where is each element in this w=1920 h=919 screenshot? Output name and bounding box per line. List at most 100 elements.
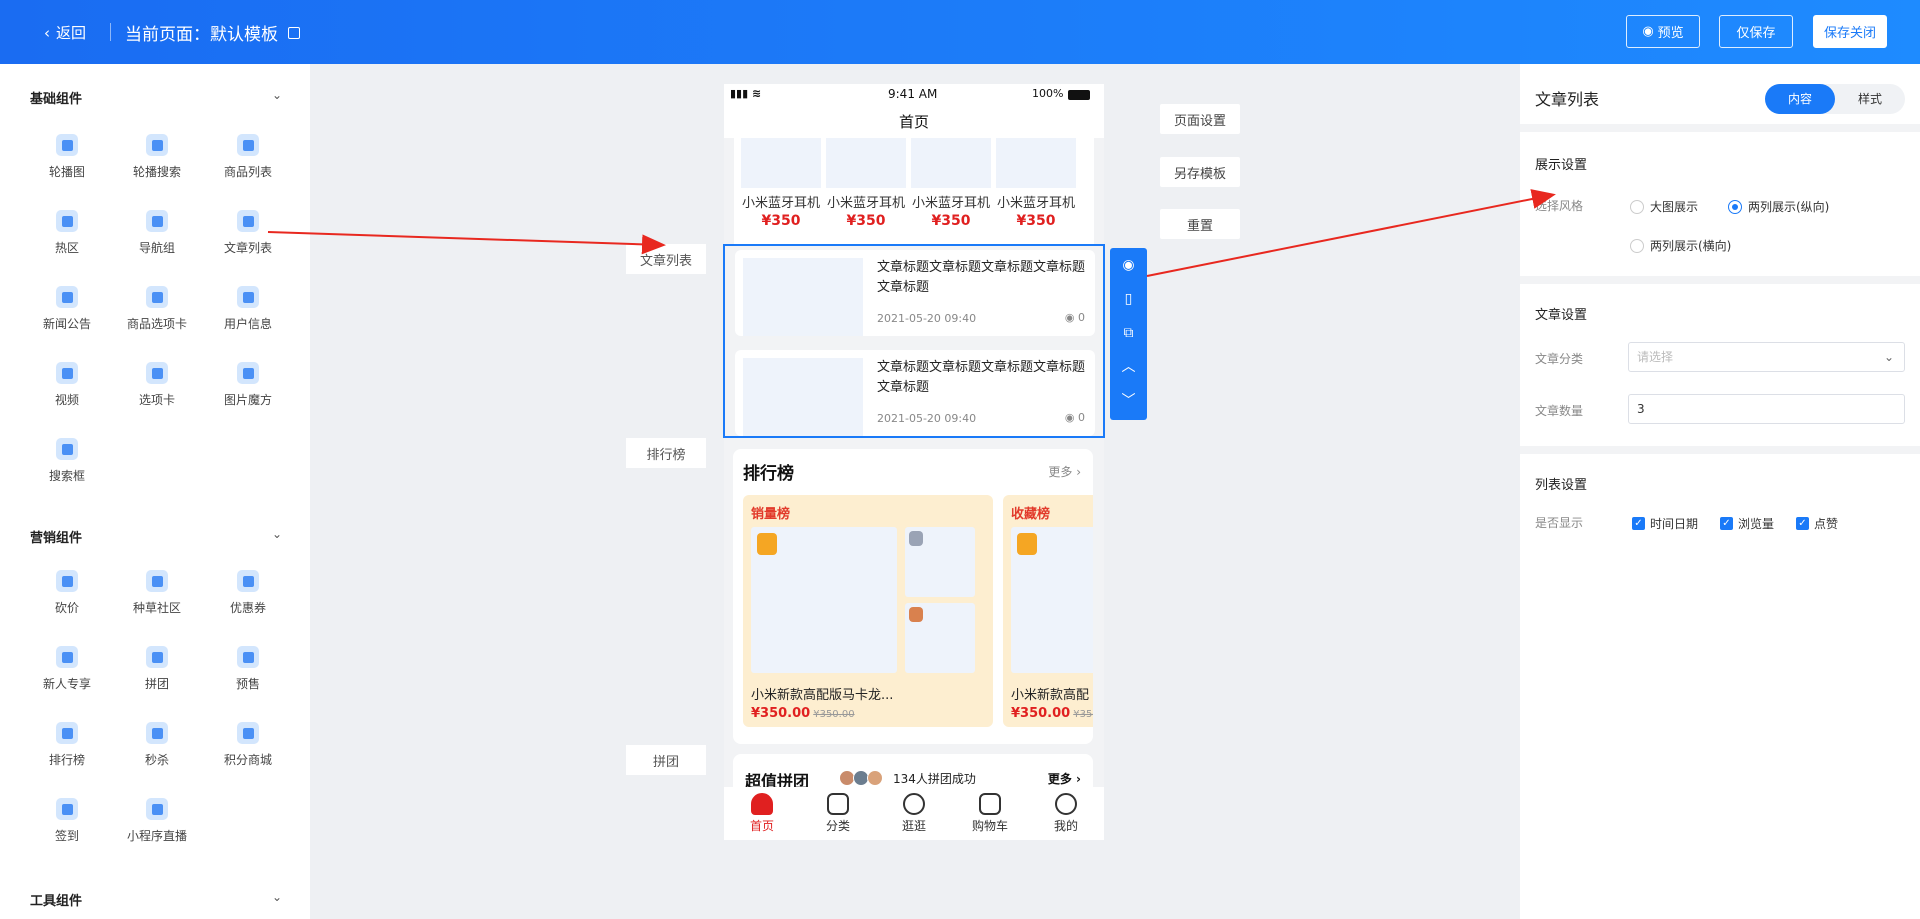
search-icon xyxy=(56,438,78,460)
comp-video[interactable]: 视频 xyxy=(17,362,117,408)
home-icon xyxy=(751,793,773,815)
copy-icon[interactable]: ⧉ xyxy=(1110,316,1147,350)
checkbox-likes[interactable]: ✓ 点赞 xyxy=(1796,515,1838,532)
group-buy-more-link[interactable]: 更多 › xyxy=(1048,770,1081,787)
silver-medal-icon xyxy=(909,531,923,546)
comp-search-box[interactable]: 搜索框 xyxy=(17,438,117,484)
product-price: ¥350.00¥350.00 xyxy=(751,706,855,721)
image-cube-icon xyxy=(237,362,259,384)
checkbox-views[interactable]: ✓ 浏览量 xyxy=(1720,515,1774,532)
preview-button[interactable]: ◉ 预览 xyxy=(1626,15,1700,48)
article-item[interactable]: 文章标题文章标题文章标题文章标题文章标题 2021-05-20 09:40 ◉ … xyxy=(735,350,1095,436)
chevron-down-icon[interactable]: ⌄ xyxy=(272,88,282,102)
edit-icon[interactable] xyxy=(288,26,300,39)
ranking-more-link[interactable]: 更多 › xyxy=(1048,463,1081,480)
comp-hotspot[interactable]: 热区 xyxy=(17,210,117,256)
goods-item[interactable]: 小米蓝牙耳机 ¥350 xyxy=(996,138,1076,229)
ranking-card-favorites[interactable]: 收藏榜 小米新款高配 ¥350.00¥350.00 xyxy=(1003,495,1093,727)
comp-article-list[interactable]: 文章列表 xyxy=(198,210,298,256)
phone-nav-title: 首页 xyxy=(724,106,1104,138)
comp-bargain[interactable]: 砍价 xyxy=(17,570,117,616)
ranking-card-sales[interactable]: 销量榜 小米新款高配版马卡龙... ¥350.00 ¥350.00 xyxy=(743,495,993,727)
ranking-block[interactable]: 排行榜 更多 › 销量榜 小米新款高配版马卡龙... ¥350.00 ¥350.0… xyxy=(733,449,1093,744)
tab-style[interactable]: 样式 xyxy=(1835,84,1905,114)
comp-user-info[interactable]: 用户信息 xyxy=(198,286,298,332)
current-page-title: 当前页面：默认模板 xyxy=(125,20,300,45)
tab-explore[interactable]: 逛逛 xyxy=(876,787,952,840)
article-list-block-selected[interactable]: 文章标题文章标题文章标题文章标题文章标题 2021-05-20 09:40 ◉ … xyxy=(723,244,1105,438)
checkbox-date[interactable]: ✓ 时间日期 xyxy=(1632,515,1698,532)
planet-icon xyxy=(903,793,925,815)
navigation-icon xyxy=(146,210,168,232)
comp-news[interactable]: 新闻公告 xyxy=(17,286,117,332)
check-icon: ✓ xyxy=(1796,517,1809,530)
comp-nav-group[interactable]: 导航组 xyxy=(107,210,207,256)
comp-flash-sale[interactable]: 秒杀 xyxy=(107,722,207,768)
chevron-up-icon[interactable]: ︿ xyxy=(1110,350,1147,384)
eye-icon[interactable]: ◉ xyxy=(1110,248,1147,282)
tab-profile[interactable]: 我的 xyxy=(1028,787,1104,840)
article-title: 文章标题文章标题文章标题文章标题文章标题 xyxy=(877,360,1086,395)
radio-large-image[interactable]: 大图展示 xyxy=(1630,198,1698,215)
goods-item[interactable]: 小米蓝牙耳机 ¥350 xyxy=(741,138,821,229)
comp-presale[interactable]: 预售 xyxy=(198,646,298,692)
comp-tab-card[interactable]: 选项卡 xyxy=(107,362,207,408)
comp-image-cube[interactable]: 图片魔方 xyxy=(198,362,298,408)
comp-carousel-search[interactable]: 轮播搜索 xyxy=(107,134,207,180)
side-label-ranking[interactable]: 排行榜 xyxy=(626,438,706,468)
radio-two-column-vertical[interactable]: 两列展示(纵向) xyxy=(1728,198,1829,215)
bargain-icon xyxy=(56,570,78,592)
category-select[interactable]: 请选择 ⌄ xyxy=(1628,342,1905,372)
save-template-button[interactable]: 另存模板 xyxy=(1160,157,1240,187)
goods-item[interactable]: 小米蓝牙耳机 ¥350 xyxy=(911,138,991,229)
comp-coupon[interactable]: 优惠券 xyxy=(198,570,298,616)
star-badge-icon xyxy=(237,722,259,744)
divider xyxy=(1520,124,1920,132)
count-label: 文章数量 xyxy=(1535,404,1584,418)
side-label-group-buy[interactable]: 拼团 xyxy=(626,745,706,775)
reset-button[interactable]: 重置 xyxy=(1160,209,1240,239)
comp-check-in[interactable]: 签到 xyxy=(17,798,117,844)
article-date: 2021-05-20 09:40 xyxy=(877,412,977,425)
comp-live-stream[interactable]: 小程序直播 xyxy=(107,798,207,844)
list-section-title: 列表设置 xyxy=(1535,478,1588,493)
check-icon: ✓ xyxy=(1720,517,1733,530)
comp-ranking[interactable]: 排行榜 xyxy=(17,722,117,768)
trash-icon[interactable]: ▯ xyxy=(1110,282,1147,316)
block-toolbar: ◉ ▯ ⧉ ︿ ﹀ xyxy=(1110,248,1147,420)
save-only-button[interactable]: 仅保存 xyxy=(1719,15,1793,48)
group-title-basic: 基础组件 xyxy=(30,92,83,107)
chevron-down-icon[interactable]: ﹀ xyxy=(1110,384,1147,418)
back-button[interactable]: ‹ 返回 xyxy=(44,22,86,43)
comp-newcomer[interactable]: 新人专享 xyxy=(17,646,117,692)
comp-group-buy[interactable]: 拼团 xyxy=(107,646,207,692)
trophy-icon xyxy=(56,722,78,744)
comp-community[interactable]: 种草社区 xyxy=(107,570,207,616)
count-input[interactable]: 3 xyxy=(1628,394,1905,424)
chevron-down-icon[interactable]: ⌄ xyxy=(272,527,282,541)
save-close-button[interactable]: 保存关闭 xyxy=(1813,15,1887,48)
eye-icon: ◉ xyxy=(1642,24,1654,39)
side-label-article-list[interactable]: 文章列表 xyxy=(626,244,706,274)
tab-cart[interactable]: 购物车 xyxy=(952,787,1028,840)
comp-points-mall[interactable]: 积分商城 xyxy=(198,722,298,768)
comp-goods-tabs[interactable]: 商品选项卡 xyxy=(107,286,207,332)
comp-carousel[interactable]: 轮播图 xyxy=(17,134,117,180)
comp-goods-list[interactable]: 商品列表 xyxy=(198,134,298,180)
chevron-down-icon[interactable]: ⌄ xyxy=(272,890,282,904)
tab-home[interactable]: 首页 xyxy=(724,787,800,840)
tab-category[interactable]: 分类 xyxy=(800,787,876,840)
show-label: 是否显示 xyxy=(1535,516,1584,530)
article-views: ◉ 0 xyxy=(1064,311,1085,324)
article-item[interactable]: 文章标题文章标题文章标题文章标题文章标题 2021-05-20 09:40 ◉ … xyxy=(735,250,1095,336)
tabs-icon xyxy=(146,286,168,308)
tab-content[interactable]: 内容 xyxy=(1765,84,1835,114)
search-banner-icon xyxy=(146,134,168,156)
radio-two-column-horizontal[interactable]: 两列展示(横向) xyxy=(1630,237,1731,254)
eye-icon: ◉ xyxy=(1064,311,1078,324)
goods-item[interactable]: 小米蓝牙耳机 ¥350 xyxy=(826,138,906,229)
check-icon: ✓ xyxy=(1632,517,1645,530)
signal-icon: ▮▮▮ ≋ xyxy=(730,87,762,100)
settings-panel: 文章列表 内容 样式 展示设置 选择风格 大图展示 两列展示(纵向) 两列展示(… xyxy=(1520,64,1920,919)
page-settings-button[interactable]: 页面设置 xyxy=(1160,104,1240,134)
